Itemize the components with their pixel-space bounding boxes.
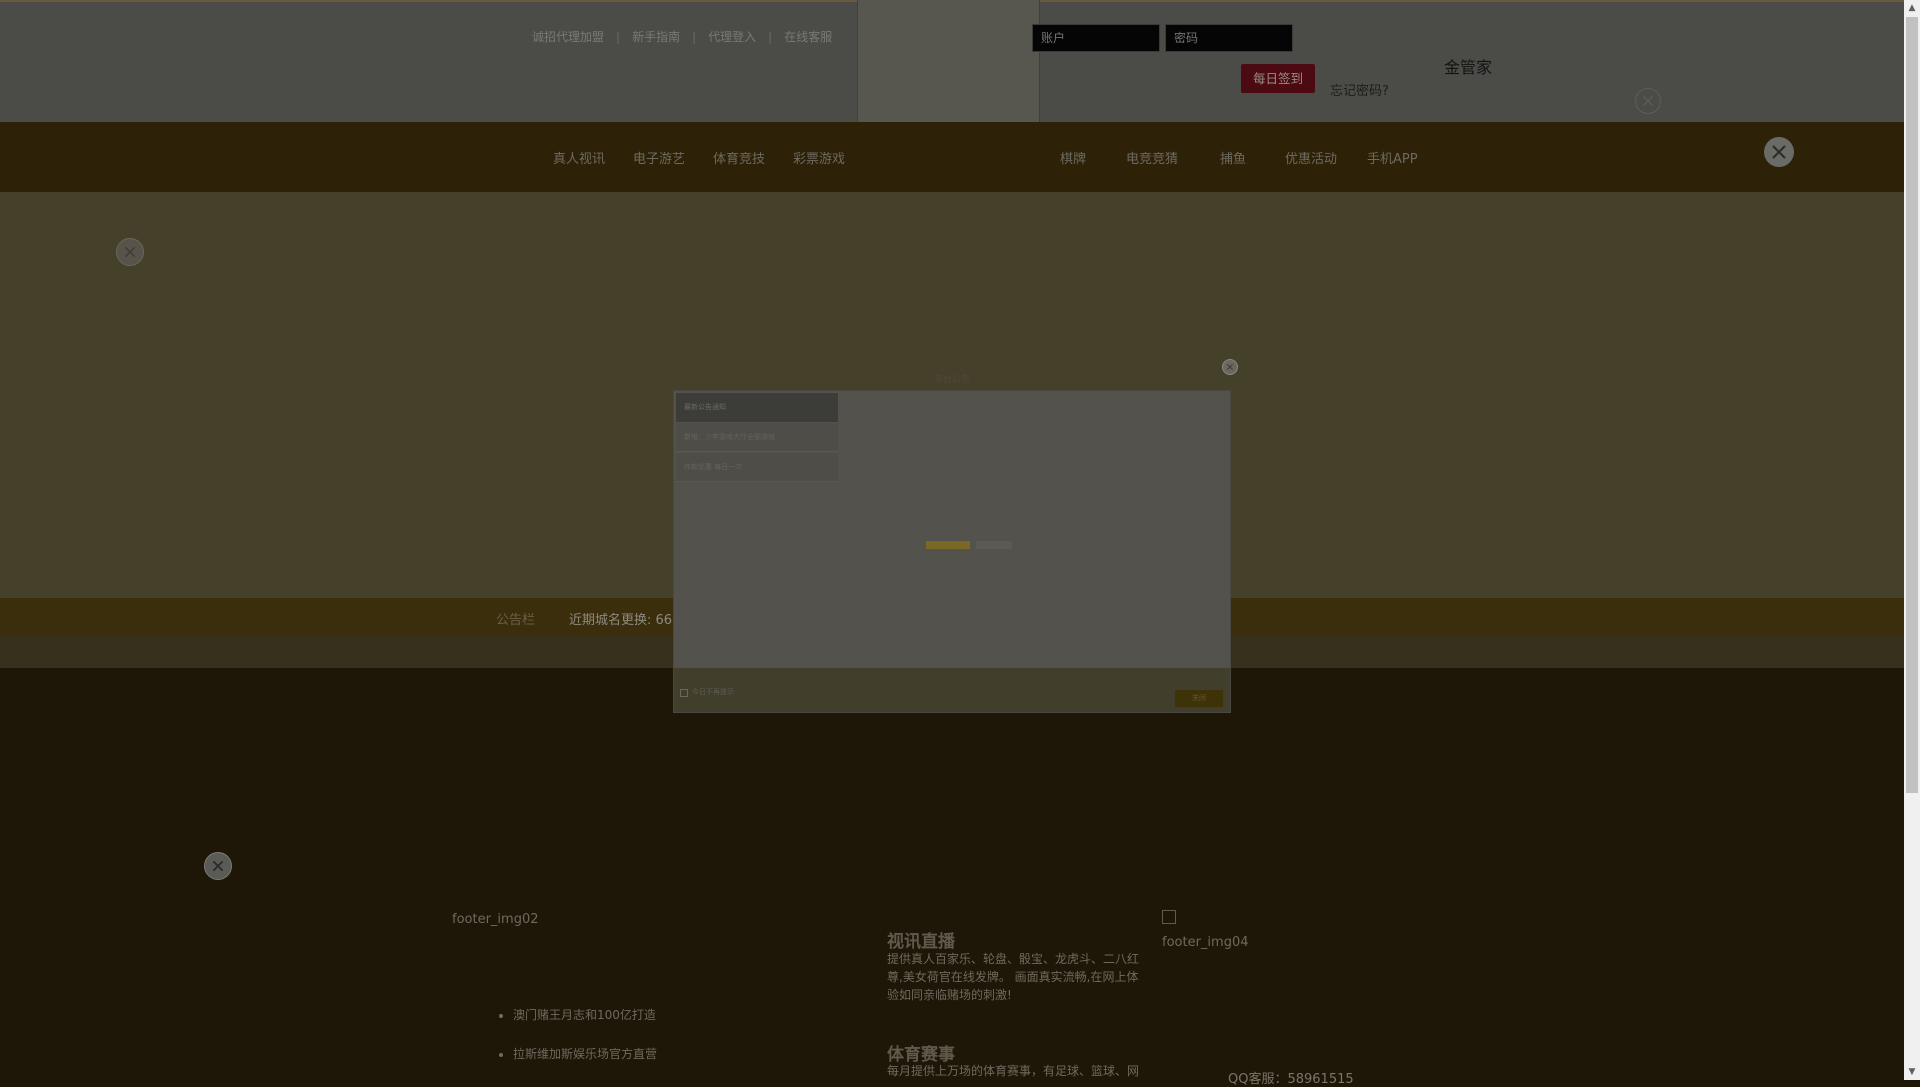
modal-tab-new-games[interactable]: 新增：少年游戏大厅全部游戏 — [676, 423, 838, 452]
password-input[interactable] — [1165, 24, 1293, 52]
link-separator: | — [692, 30, 697, 44]
agent-join-link[interactable]: 诚招代理加盟 — [532, 28, 604, 45]
modal-footer: 今日不再提示 关闭 — [674, 668, 1230, 712]
link-separator: | — [768, 30, 773, 44]
top-links: 诚招代理加盟 | 新手指南 | 代理登入 | 在线客服 — [532, 28, 832, 45]
daily-checkin-button[interactable]: 每日签到 — [1241, 64, 1315, 93]
nav-item-slots[interactable]: 电子游艺 — [633, 148, 685, 167]
scrollbar-thumb[interactable] — [1906, 17, 1918, 793]
modal-tab-latest[interactable]: 最新公告通知 — [676, 393, 838, 422]
dont-show-label: 今日不再提示 — [692, 688, 734, 696]
slide-indicator[interactable] — [976, 541, 1012, 549]
link-separator: | — [616, 30, 621, 44]
section-desc-sports: 每月提供上万场的体育赛事，有足球、篮球、网 — [887, 1064, 1140, 1078]
announcement-modal: 最新公告通知 新增：少年游戏大厅全部游戏 存款优惠 每日一次 今日不再提示 关闭 — [674, 391, 1230, 712]
nav-item-mobile-app[interactable]: 手机APP — [1367, 148, 1418, 167]
scroll-down-arrow-icon[interactable]: ▼ — [1904, 1064, 1920, 1080]
account-input[interactable] — [1032, 24, 1160, 52]
list-item[interactable]: 拉斯维加斯娱乐场官方直营 — [513, 1045, 657, 1062]
agent-login-link[interactable]: 代理登入 — [708, 28, 756, 45]
butler-link[interactable]: 金管家 — [1444, 54, 1492, 78]
modal-close-button[interactable]: 关闭 — [1175, 690, 1223, 707]
close-icon[interactable] — [116, 238, 144, 266]
main-nav — [0, 122, 1904, 192]
qq-service: QQ客服：58961515 — [1228, 1072, 1354, 1087]
nav-item-lottery[interactable]: 彩票游戏 — [793, 148, 845, 167]
nav-item-esports[interactable]: 电竞竞猜 — [1126, 148, 1178, 167]
footer-image-alt: footer_img02 — [452, 912, 539, 927]
broken-image-icon — [1162, 910, 1176, 924]
slide-indicator-active[interactable] — [926, 541, 970, 549]
forgot-password-link[interactable]: 忘记密码? — [1330, 80, 1389, 99]
nav-item-promotions[interactable]: 优惠活动 — [1285, 148, 1337, 167]
promo-list: 澳门赌王月志和100亿打造 拉斯维加斯娱乐场官方直营 — [497, 1006, 657, 1084]
guide-link[interactable]: 新手指南 — [632, 28, 680, 45]
close-icon[interactable] — [1222, 359, 1238, 375]
nav-item-chess[interactable]: 棋牌 — [1060, 148, 1086, 167]
nav-item-sports[interactable]: 体育竞技 — [713, 148, 765, 167]
modal-title: 平台公告 — [934, 375, 971, 385]
modal-tab-deposit-bonus[interactable]: 存款优惠 每日一次 — [676, 453, 838, 482]
nav-item-live-casino[interactable]: 真人视讯 — [553, 148, 605, 167]
footer-image-alt: footer_img04 — [1162, 935, 1249, 950]
list-item[interactable]: 澳门赌王月志和100亿打造 — [513, 1006, 657, 1023]
close-icon[interactable] — [1635, 88, 1661, 114]
close-icon[interactable] — [1764, 137, 1794, 167]
online-service-link[interactable]: 在线客服 — [784, 28, 832, 45]
notice-label: 公告栏 — [496, 613, 536, 628]
close-icon[interactable] — [204, 852, 232, 880]
nav-item-fishing[interactable]: 捕鱼 — [1220, 148, 1246, 167]
scroll-up-arrow-icon[interactable]: ▲ — [1904, 0, 1920, 16]
section-desc-live: 提供真人百家乐、轮盘、骰宝、龙虎斗、二八红尊,美女荷官在线发牌。 画面真实流畅,… — [887, 952, 1140, 1002]
section-title-live: 视讯直播 — [887, 932, 955, 952]
dont-show-checkbox[interactable] — [680, 689, 688, 697]
